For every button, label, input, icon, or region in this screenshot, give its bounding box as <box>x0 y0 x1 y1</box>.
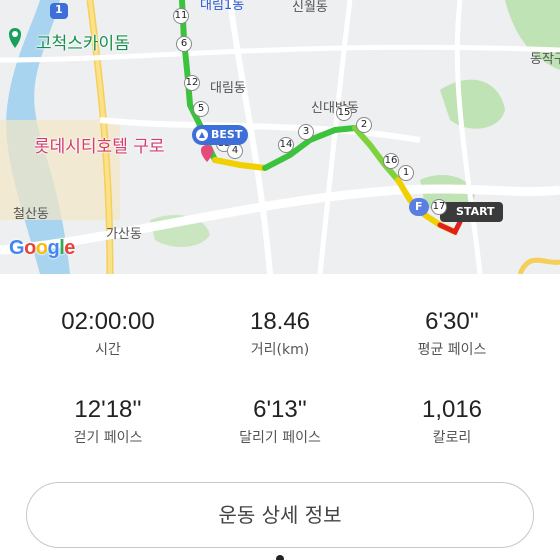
map-label-dongjak: 동작구 <box>530 52 560 67</box>
thumbs-up-icon: ▲ <box>196 129 208 141</box>
start-label: START <box>456 205 495 218</box>
map-label-gasan: 가산동 <box>106 227 142 242</box>
stat-avg-pace-value: 6'30'' <box>425 308 479 335</box>
stat-calories-label: 칼로리 <box>432 430 472 446</box>
stat-walk-pace: 12'18'' 걷기 페이스 <box>18 395 198 447</box>
finish-badge[interactable]: F <box>409 198 429 216</box>
km-marker[interactable]: 5 <box>193 101 209 117</box>
stat-walk-pace-label: 걷기 페이스 <box>73 430 143 446</box>
map-label-cheolsan: 철산동 <box>13 207 49 222</box>
workout-summary-screen: 1 신월동 대림1동 고척스카이돔 롯데시티호텔 구로 대림동 신대방동 철산동… <box>0 0 560 560</box>
google-logo: Google <box>9 237 75 259</box>
stat-calories: 1,016 칼로리 <box>362 395 542 447</box>
highway-badge: 1 <box>55 3 63 16</box>
km-marker[interactable]: 11 <box>173 8 189 24</box>
scroll-indicator <box>276 555 284 560</box>
stat-run-pace: 6'13'' 달리기 페이스 <box>190 395 370 447</box>
best-label: BEST <box>211 128 243 141</box>
stat-walk-pace-value: 12'18'' <box>74 396 142 423</box>
stat-avg-pace: 6'30'' 평균 페이스 <box>362 307 542 359</box>
stat-distance-label: 거리(km) <box>250 342 310 358</box>
stat-run-pace-value: 6'13'' <box>253 396 307 423</box>
km-marker[interactable]: 12 <box>184 75 200 91</box>
workout-detail-button[interactable]: 운동 상세 정보 <box>26 482 534 548</box>
finish-label: F <box>415 200 423 213</box>
km-marker[interactable]: 14 <box>278 137 294 153</box>
best-segment-badge[interactable]: ▲ BEST <box>192 125 249 145</box>
km-marker[interactable]: 4 <box>227 143 243 159</box>
km-marker[interactable]: 2 <box>356 117 372 133</box>
workout-stats: 02:00:00 시간 18.46 거리(km) 6'30'' 평균 페이스 1… <box>0 274 560 474</box>
km-marker[interactable]: 1 <box>398 165 414 181</box>
poi-lotte-city-hotel[interactable]: 롯데시티호텔 구로 <box>34 132 165 157</box>
stat-time-value: 02:00:00 <box>61 308 155 335</box>
stat-avg-pace-label: 평균 페이스 <box>417 342 487 358</box>
stat-time: 02:00:00 시간 <box>18 307 198 359</box>
km-marker[interactable]: 3 <box>298 124 314 140</box>
poi-gocheok-skydome[interactable]: 고척스카이돔 <box>36 29 130 54</box>
stat-distance: 18.46 거리(km) <box>190 307 370 359</box>
km-marker[interactable]: 17 <box>431 199 447 215</box>
route-map[interactable]: 1 신월동 대림1동 고척스카이돔 롯데시티호텔 구로 대림동 신대방동 철산동… <box>0 0 560 274</box>
map-label-daerim: 대림동 <box>210 81 246 96</box>
stat-calories-value: 1,016 <box>421 396 483 423</box>
stat-time-label: 시간 <box>95 342 121 358</box>
km-marker[interactable]: 16 <box>383 153 399 169</box>
stat-distance-value: 18.46 <box>249 308 311 335</box>
map-label-top2: 대림1동 <box>200 0 245 13</box>
km-marker[interactable]: 15 <box>336 105 352 121</box>
stat-run-pace-label: 달리기 페이스 <box>239 430 321 446</box>
km-marker[interactable]: 6 <box>176 36 192 52</box>
map-label-top: 신월동 <box>292 0 328 15</box>
start-badge[interactable]: START <box>440 202 503 222</box>
